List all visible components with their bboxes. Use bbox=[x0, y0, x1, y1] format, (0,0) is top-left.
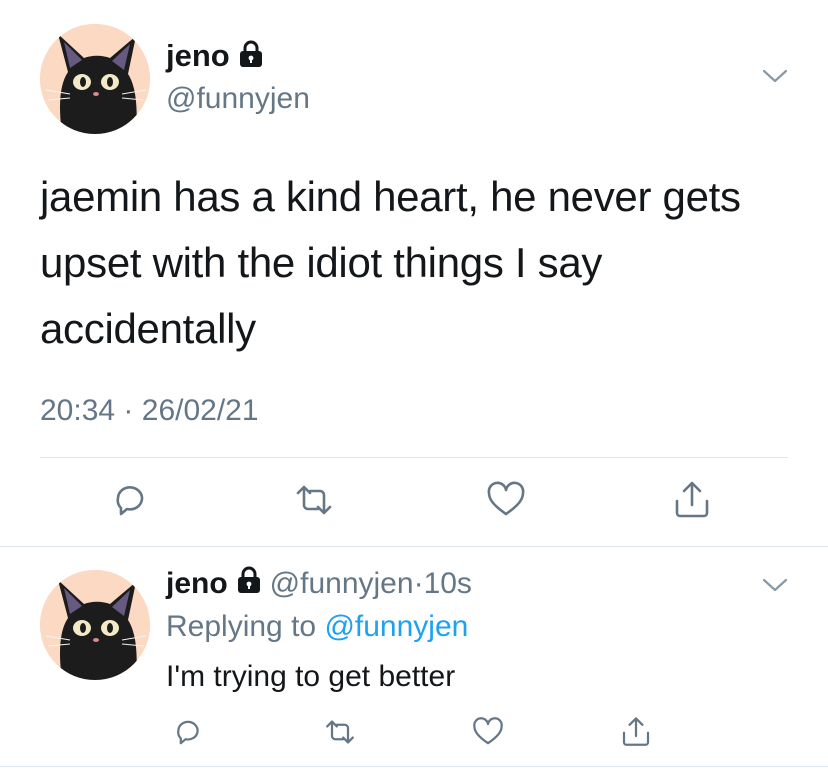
display-name[interactable]: jeno bbox=[166, 38, 230, 74]
replying-to: Replying to @funnyjen bbox=[166, 610, 468, 644]
heart-icon bbox=[487, 481, 525, 516]
like-button[interactable] bbox=[466, 710, 510, 754]
share-button[interactable] bbox=[670, 478, 714, 522]
retweet-icon bbox=[296, 485, 332, 515]
chevron-down-icon[interactable] bbox=[760, 575, 790, 600]
tweet-time: 20:34 bbox=[40, 394, 116, 427]
tweet-date: 26/02/21 bbox=[141, 394, 259, 427]
lock-icon bbox=[238, 40, 264, 73]
divider bbox=[0, 766, 828, 767]
thread-divider bbox=[0, 546, 828, 547]
reply-icon bbox=[116, 486, 144, 516]
chevron-down-icon[interactable] bbox=[760, 66, 790, 91]
handle[interactable]: @funnyjen·10s bbox=[270, 567, 472, 601]
share-icon bbox=[675, 481, 709, 518]
tweet-text: jaemin has a kind heart, he never gets u… bbox=[40, 173, 741, 352]
reply-author-row: jeno @funnyjen·10s bbox=[166, 566, 472, 602]
meta-separator: · bbox=[413, 567, 424, 600]
tweet-age: 10s bbox=[423, 567, 472, 600]
cat-avatar-image bbox=[40, 570, 150, 680]
retweet-icon bbox=[326, 720, 354, 744]
tweet-timestamp[interactable]: 20:34 · 26/02/21 bbox=[40, 394, 259, 428]
mention-link[interactable]: @funnyjen bbox=[324, 610, 468, 643]
like-button[interactable] bbox=[484, 478, 528, 522]
share-icon bbox=[622, 717, 650, 746]
reply-icon bbox=[177, 720, 199, 745]
replying-prefix: Replying to bbox=[166, 610, 317, 643]
avatar[interactable] bbox=[40, 24, 150, 134]
handle-text: @funnyjen bbox=[269, 567, 414, 600]
avatar[interactable] bbox=[40, 570, 150, 680]
lock-icon bbox=[236, 566, 262, 602]
retweet-button[interactable] bbox=[292, 478, 336, 522]
share-button[interactable] bbox=[614, 710, 658, 754]
divider bbox=[40, 457, 788, 458]
cat-avatar-image bbox=[40, 24, 150, 134]
meta-separator: · bbox=[123, 394, 134, 427]
tweet-text: I'm trying to get better bbox=[166, 660, 456, 693]
reply-button[interactable] bbox=[108, 478, 152, 522]
author-row: jeno bbox=[166, 38, 264, 74]
retweet-button[interactable] bbox=[318, 710, 362, 754]
reply-button[interactable] bbox=[166, 710, 210, 754]
handle[interactable]: @funnyjen bbox=[166, 82, 310, 116]
heart-icon bbox=[473, 717, 503, 745]
display-name[interactable]: jeno bbox=[166, 567, 228, 601]
